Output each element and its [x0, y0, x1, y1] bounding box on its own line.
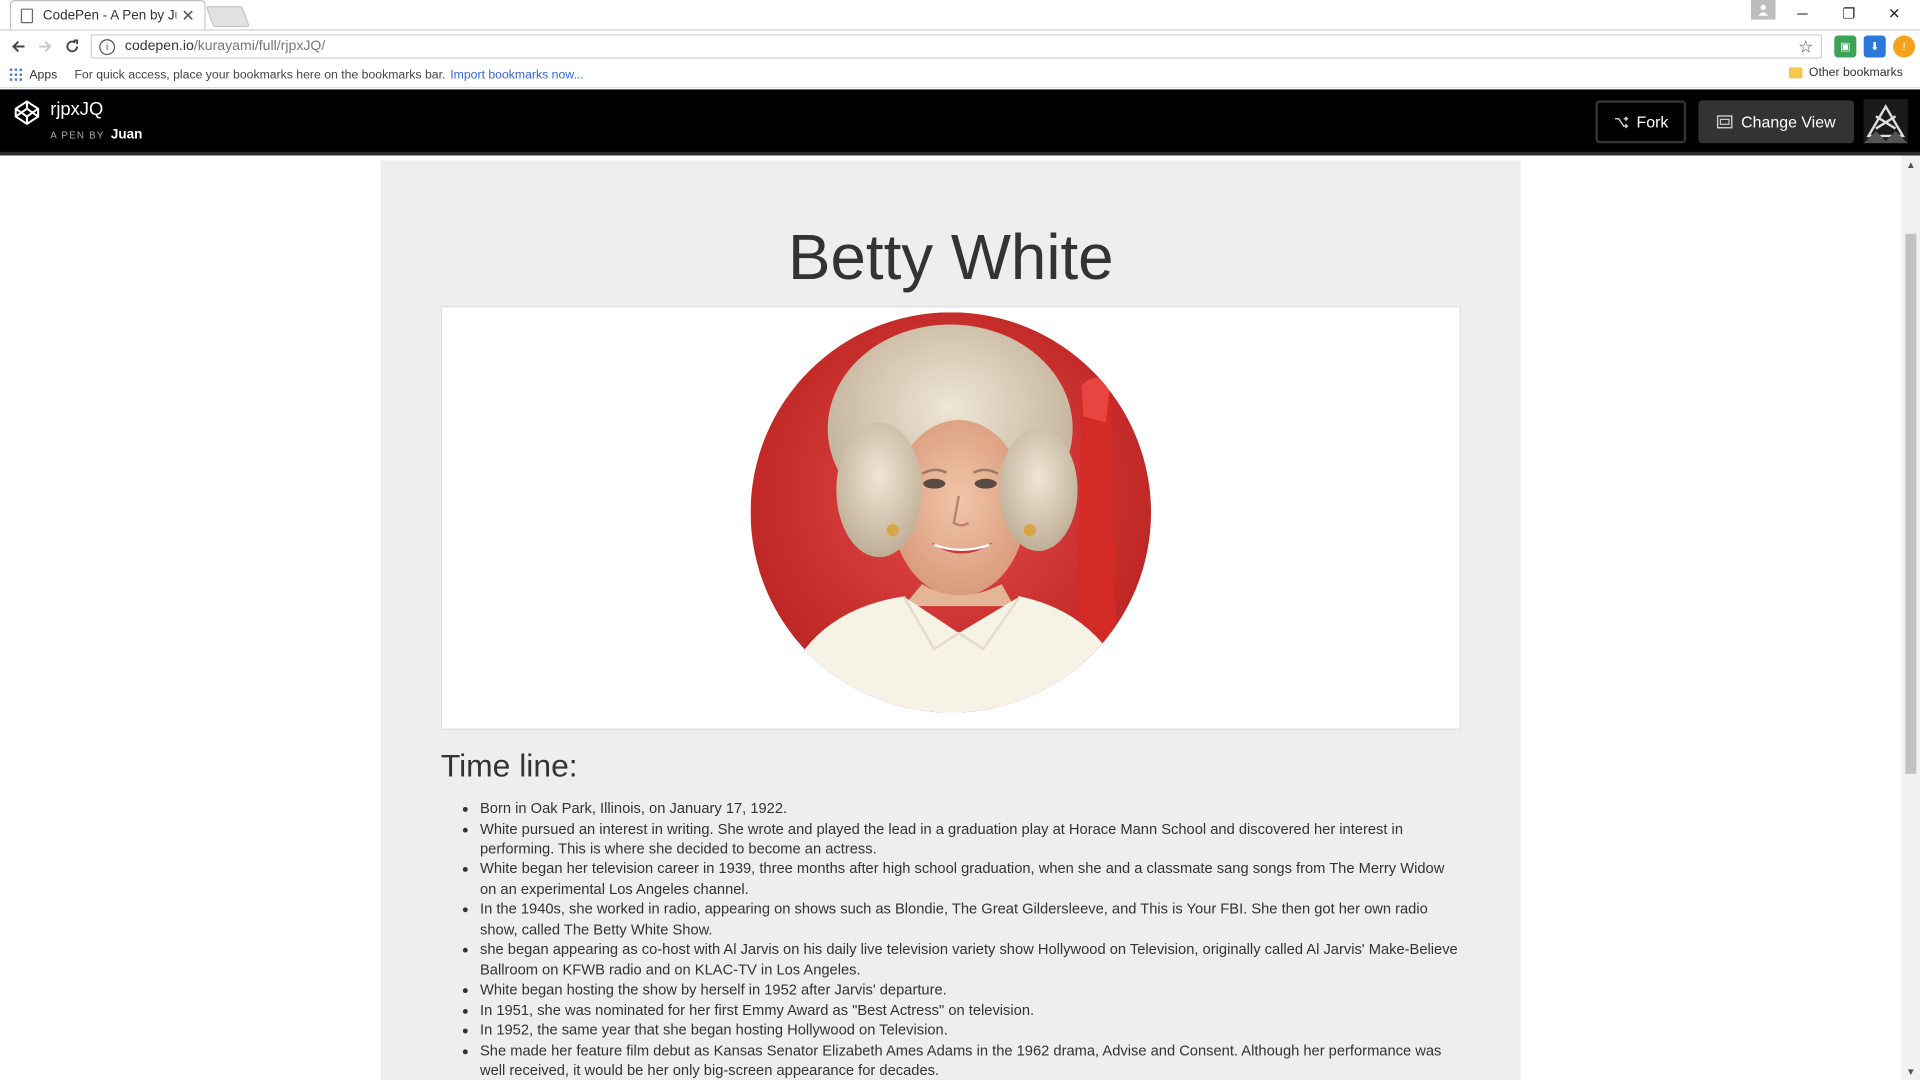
codepen-header: rjpxJQ A PEN BY Juan Fork Change View [0, 89, 1920, 156]
bookmarks-hint: For quick access, place your bookmarks h… [74, 67, 446, 82]
tab-title: CodePen - A Pen by Juan [42, 7, 177, 23]
back-button[interactable] [5, 33, 32, 60]
page-icon [20, 7, 34, 23]
browser-tab[interactable]: CodePen - A Pen by Juan ✕ [9, 0, 206, 30]
forward-button[interactable] [32, 33, 59, 60]
url-host: codepen.io [124, 39, 194, 54]
timeline-item: She made her feature film debut as Kansa… [480, 1040, 1460, 1080]
bookmark-star-icon[interactable]: ☆ [1798, 36, 1813, 57]
timeline-item: Born in Oak Park, Illinois, on January 1… [480, 798, 1460, 818]
change-view-label: Change View [1741, 112, 1836, 132]
timeline-item: White began hosting the show by herself … [480, 980, 1460, 1000]
extension-download-icon[interactable]: ⬇ [1863, 35, 1886, 58]
timeline-item: In 1952, the same year that she began ho… [480, 1020, 1460, 1040]
minimize-button[interactable]: ─ [1780, 0, 1824, 27]
author-link[interactable]: Juan [111, 127, 142, 142]
extension-green-icon[interactable]: ▣ [1834, 35, 1857, 58]
other-bookmarks-label: Other bookmarks [1808, 66, 1903, 80]
reload-icon [66, 39, 79, 53]
folder-icon [1789, 67, 1803, 79]
extension-alert-icon[interactable]: ! [1893, 35, 1916, 58]
bookmarks-bar: Apps For quick access, place your bookma… [0, 62, 1920, 89]
pen-byline: A PEN BY Juan [50, 127, 142, 142]
timeline-item: In 1951, she was nominated for her first… [480, 1000, 1460, 1020]
info-icon[interactable]: i [99, 38, 116, 55]
scroll-down-icon[interactable]: ▼ [1902, 1063, 1920, 1080]
timeline-item: White pursued an interest in writing. Sh… [480, 819, 1460, 859]
tab-close-icon[interactable]: ✕ [181, 6, 194, 26]
url-text: codepen.io/kurayami/full/rjpxJQ/ [125, 39, 1798, 54]
apps-grid-icon[interactable] [9, 68, 23, 81]
change-view-button[interactable]: Change View [1698, 100, 1854, 144]
tab-strip: CodePen - A Pen by Juan ✕ ─ ❐ ✕ [0, 0, 1920, 31]
page-scrollbar[interactable]: ▲ ▼ [1901, 155, 1920, 1080]
arrow-left-icon [12, 40, 25, 53]
scrollbar-thumb[interactable] [1905, 233, 1917, 774]
tribute-main: Betty White Time line: • Born in Oak Par… [380, 160, 1521, 1080]
portrait-image [750, 312, 1152, 713]
address-bar[interactable]: i codepen.io/kurayami/full/rjpxJQ/ ☆ [90, 34, 1823, 59]
photo-card [440, 306, 1461, 730]
timeline-item: In the 1940s, she worked in radio, appea… [480, 899, 1460, 939]
timeline-list: Born in Oak Park, Illinois, on January 1… [480, 798, 1460, 1080]
new-tab-button[interactable] [205, 6, 250, 27]
browser-toolbar: i codepen.io/kurayami/full/rjpxJQ/ ☆ ▣ ⬇… [0, 30, 1920, 63]
restore-button[interactable]: ❐ [1827, 0, 1871, 27]
import-bookmarks-link[interactable]: Import bookmarks now... [450, 68, 583, 81]
by-label: A PEN BY [50, 129, 105, 141]
apps-link[interactable]: Apps [29, 68, 57, 81]
other-bookmarks[interactable]: Other bookmarks [1789, 66, 1903, 80]
arrow-right-icon [39, 40, 52, 53]
page-viewport: Betty White Time line: • Born in Oak Par… [0, 155, 1902, 1080]
timeline-item: White began her television career in 193… [480, 859, 1460, 899]
close-window-button[interactable]: ✕ [1872, 0, 1916, 27]
fork-button[interactable]: Fork [1595, 100, 1687, 144]
fork-label: Fork [1636, 112, 1669, 132]
timeline-heading: Time line: [440, 746, 578, 784]
reload-button[interactable] [59, 33, 86, 60]
url-path: /kurayami/full/rjpxJQ/ [193, 39, 326, 54]
scroll-up-icon[interactable]: ▲ [1902, 156, 1920, 173]
profile-icon[interactable] [1751, 0, 1776, 20]
pen-title[interactable]: rjpxJQ [50, 99, 103, 120]
codepen-logo-icon[interactable] [13, 99, 40, 126]
user-avatar[interactable] [1863, 99, 1908, 144]
change-view-icon [1716, 115, 1733, 129]
fork-icon [1614, 115, 1628, 128]
timeline-item: she began appearing as co-host with Al J… [480, 939, 1460, 979]
page-title: Betty White [788, 222, 1114, 294]
